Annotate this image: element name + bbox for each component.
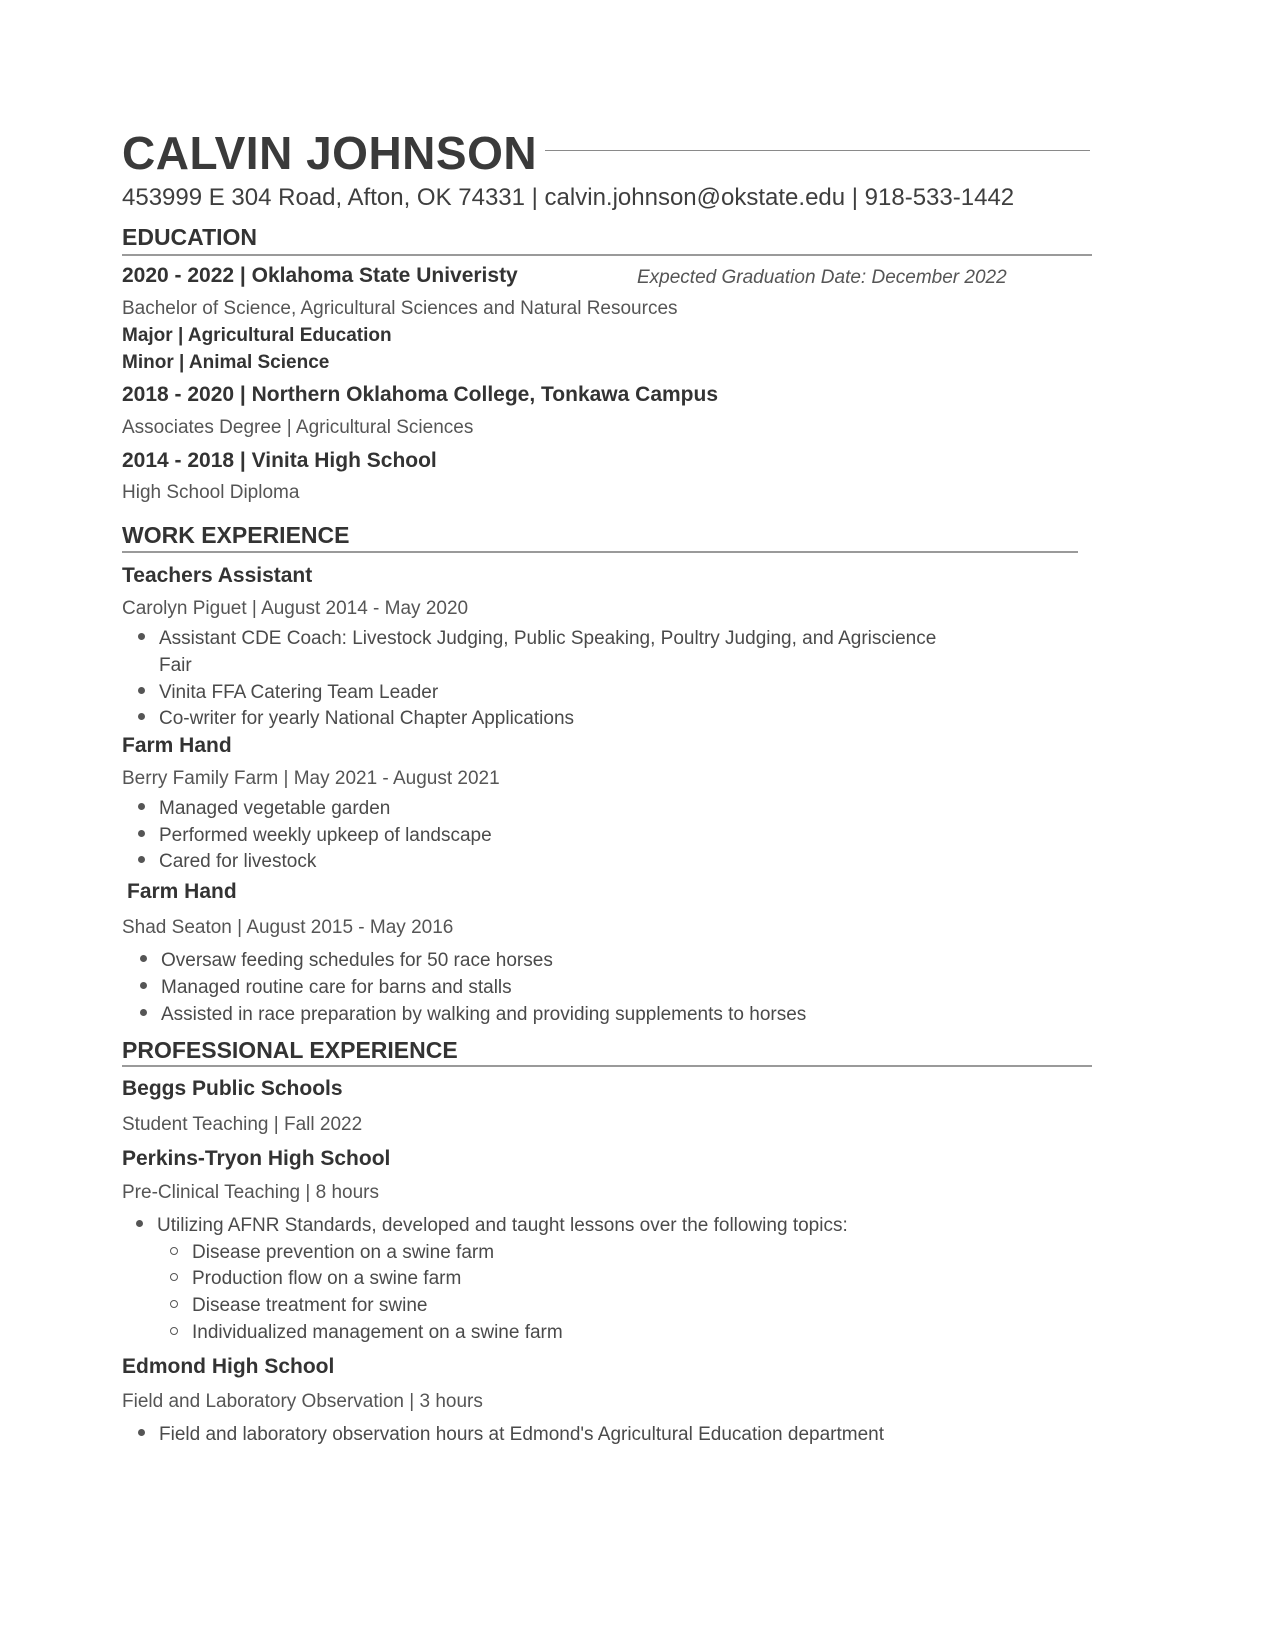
job-meta: Carolyn Piguet | August 2014 - May 2020: [122, 598, 469, 619]
job-bullet: Assisted in race preparation by walking …: [140, 1004, 806, 1026]
job-bullet: Cared for livestock: [138, 851, 316, 873]
job-meta: Shad Seaton | August 2015 - May 2016: [122, 917, 454, 938]
resume-page: CALVIN JOHNSON 453999 E 304 Road, Afton,…: [0, 0, 1275, 1650]
section-title-work: WORK EXPERIENCE: [122, 522, 350, 548]
sub-bullet: Individualized management on a swine far…: [170, 1322, 563, 1344]
job-role: Farm Hand: [122, 734, 232, 757]
job-meta: Berry Family Farm | May 2021 - August 20…: [122, 768, 500, 789]
education-minor: Minor | Animal Science: [122, 352, 330, 373]
bullet-icon: [140, 955, 147, 963]
section-divider: [122, 551, 1078, 553]
name-divider: [545, 150, 1090, 151]
org-name: Beggs Public Schools: [122, 1077, 343, 1100]
job-bullet: Performed weekly upkeep of landscape: [138, 825, 492, 847]
org-meta: Pre-Clinical Teaching | 8 hours: [122, 1182, 379, 1203]
job-bullet-continued: Fair: [159, 655, 192, 676]
sub-bullet: Disease prevention on a swine farm: [170, 1242, 494, 1264]
bullet-icon: [140, 1009, 147, 1017]
job-role: Teachers Assistant: [122, 564, 313, 587]
job-role: Farm Hand: [127, 880, 237, 903]
contact-line: 453999 E 304 Road, Afton, OK 74331 | cal…: [122, 184, 1015, 211]
org-bullet: Utilizing AFNR Standards, developed and …: [136, 1215, 848, 1237]
education-heading: 2014 - 2018 | Vinita High School: [122, 449, 437, 472]
education-degree: Associates Degree | Agricultural Science…: [122, 417, 474, 438]
bullet-icon: [138, 830, 145, 838]
org-name: Perkins-Tryon High School: [122, 1147, 391, 1170]
bullet-icon: [138, 803, 145, 811]
bullet-icon: [138, 1429, 145, 1437]
bullet-icon: [138, 713, 145, 721]
bullet-icon: [138, 856, 145, 864]
bullet-icon: [138, 633, 145, 641]
org-meta: Student Teaching | Fall 2022: [122, 1114, 363, 1135]
education-heading: 2020 - 2022 | Oklahoma State Univeristy: [122, 264, 518, 287]
job-bullet: Oversaw feeding schedules for 50 race ho…: [140, 950, 553, 972]
sub-bullet-icon: [170, 1246, 178, 1255]
bullet-icon: [140, 982, 147, 990]
sub-bullet-icon: [170, 1299, 178, 1308]
education-degree: Bachelor of Science, Agricultural Scienc…: [122, 298, 678, 319]
section-title-professional: PROFESSIONAL EXPERIENCE: [122, 1037, 458, 1063]
education-degree: High School Diploma: [122, 482, 300, 503]
job-bullet: Managed vegetable garden: [138, 798, 390, 820]
job-bullet: Assistant CDE Coach: Livestock Judging, …: [138, 628, 936, 650]
org-name: Edmond High School: [122, 1355, 335, 1378]
org-bullet: Field and laboratory observation hours a…: [138, 1424, 884, 1446]
section-title-education: EDUCATION: [122, 224, 258, 250]
section-divider: [122, 254, 1092, 256]
job-bullet: Managed routine care for barns and stall…: [140, 977, 512, 999]
education-major: Major | Agricultural Education: [122, 325, 392, 346]
sub-bullet: Production flow on a swine farm: [170, 1268, 461, 1290]
sub-bullet: Disease treatment for swine: [170, 1295, 428, 1317]
bullet-icon: [138, 687, 145, 695]
bullet-icon: [136, 1220, 143, 1228]
education-heading: 2018 - 2020 | Northern Oklahoma College,…: [122, 383, 719, 406]
org-meta: Field and Laboratory Observation | 3 hou…: [122, 1391, 483, 1412]
job-bullet: Co-writer for yearly National Chapter Ap…: [138, 708, 574, 730]
job-bullet: Vinita FFA Catering Team Leader: [138, 682, 438, 704]
sub-bullet-icon: [170, 1326, 178, 1335]
sub-bullet-icon: [170, 1272, 178, 1281]
graduation-note: Expected Graduation Date: December 2022: [637, 267, 1007, 288]
section-divider: [122, 1065, 1092, 1067]
candidate-name: CALVIN JOHNSON: [122, 127, 538, 179]
